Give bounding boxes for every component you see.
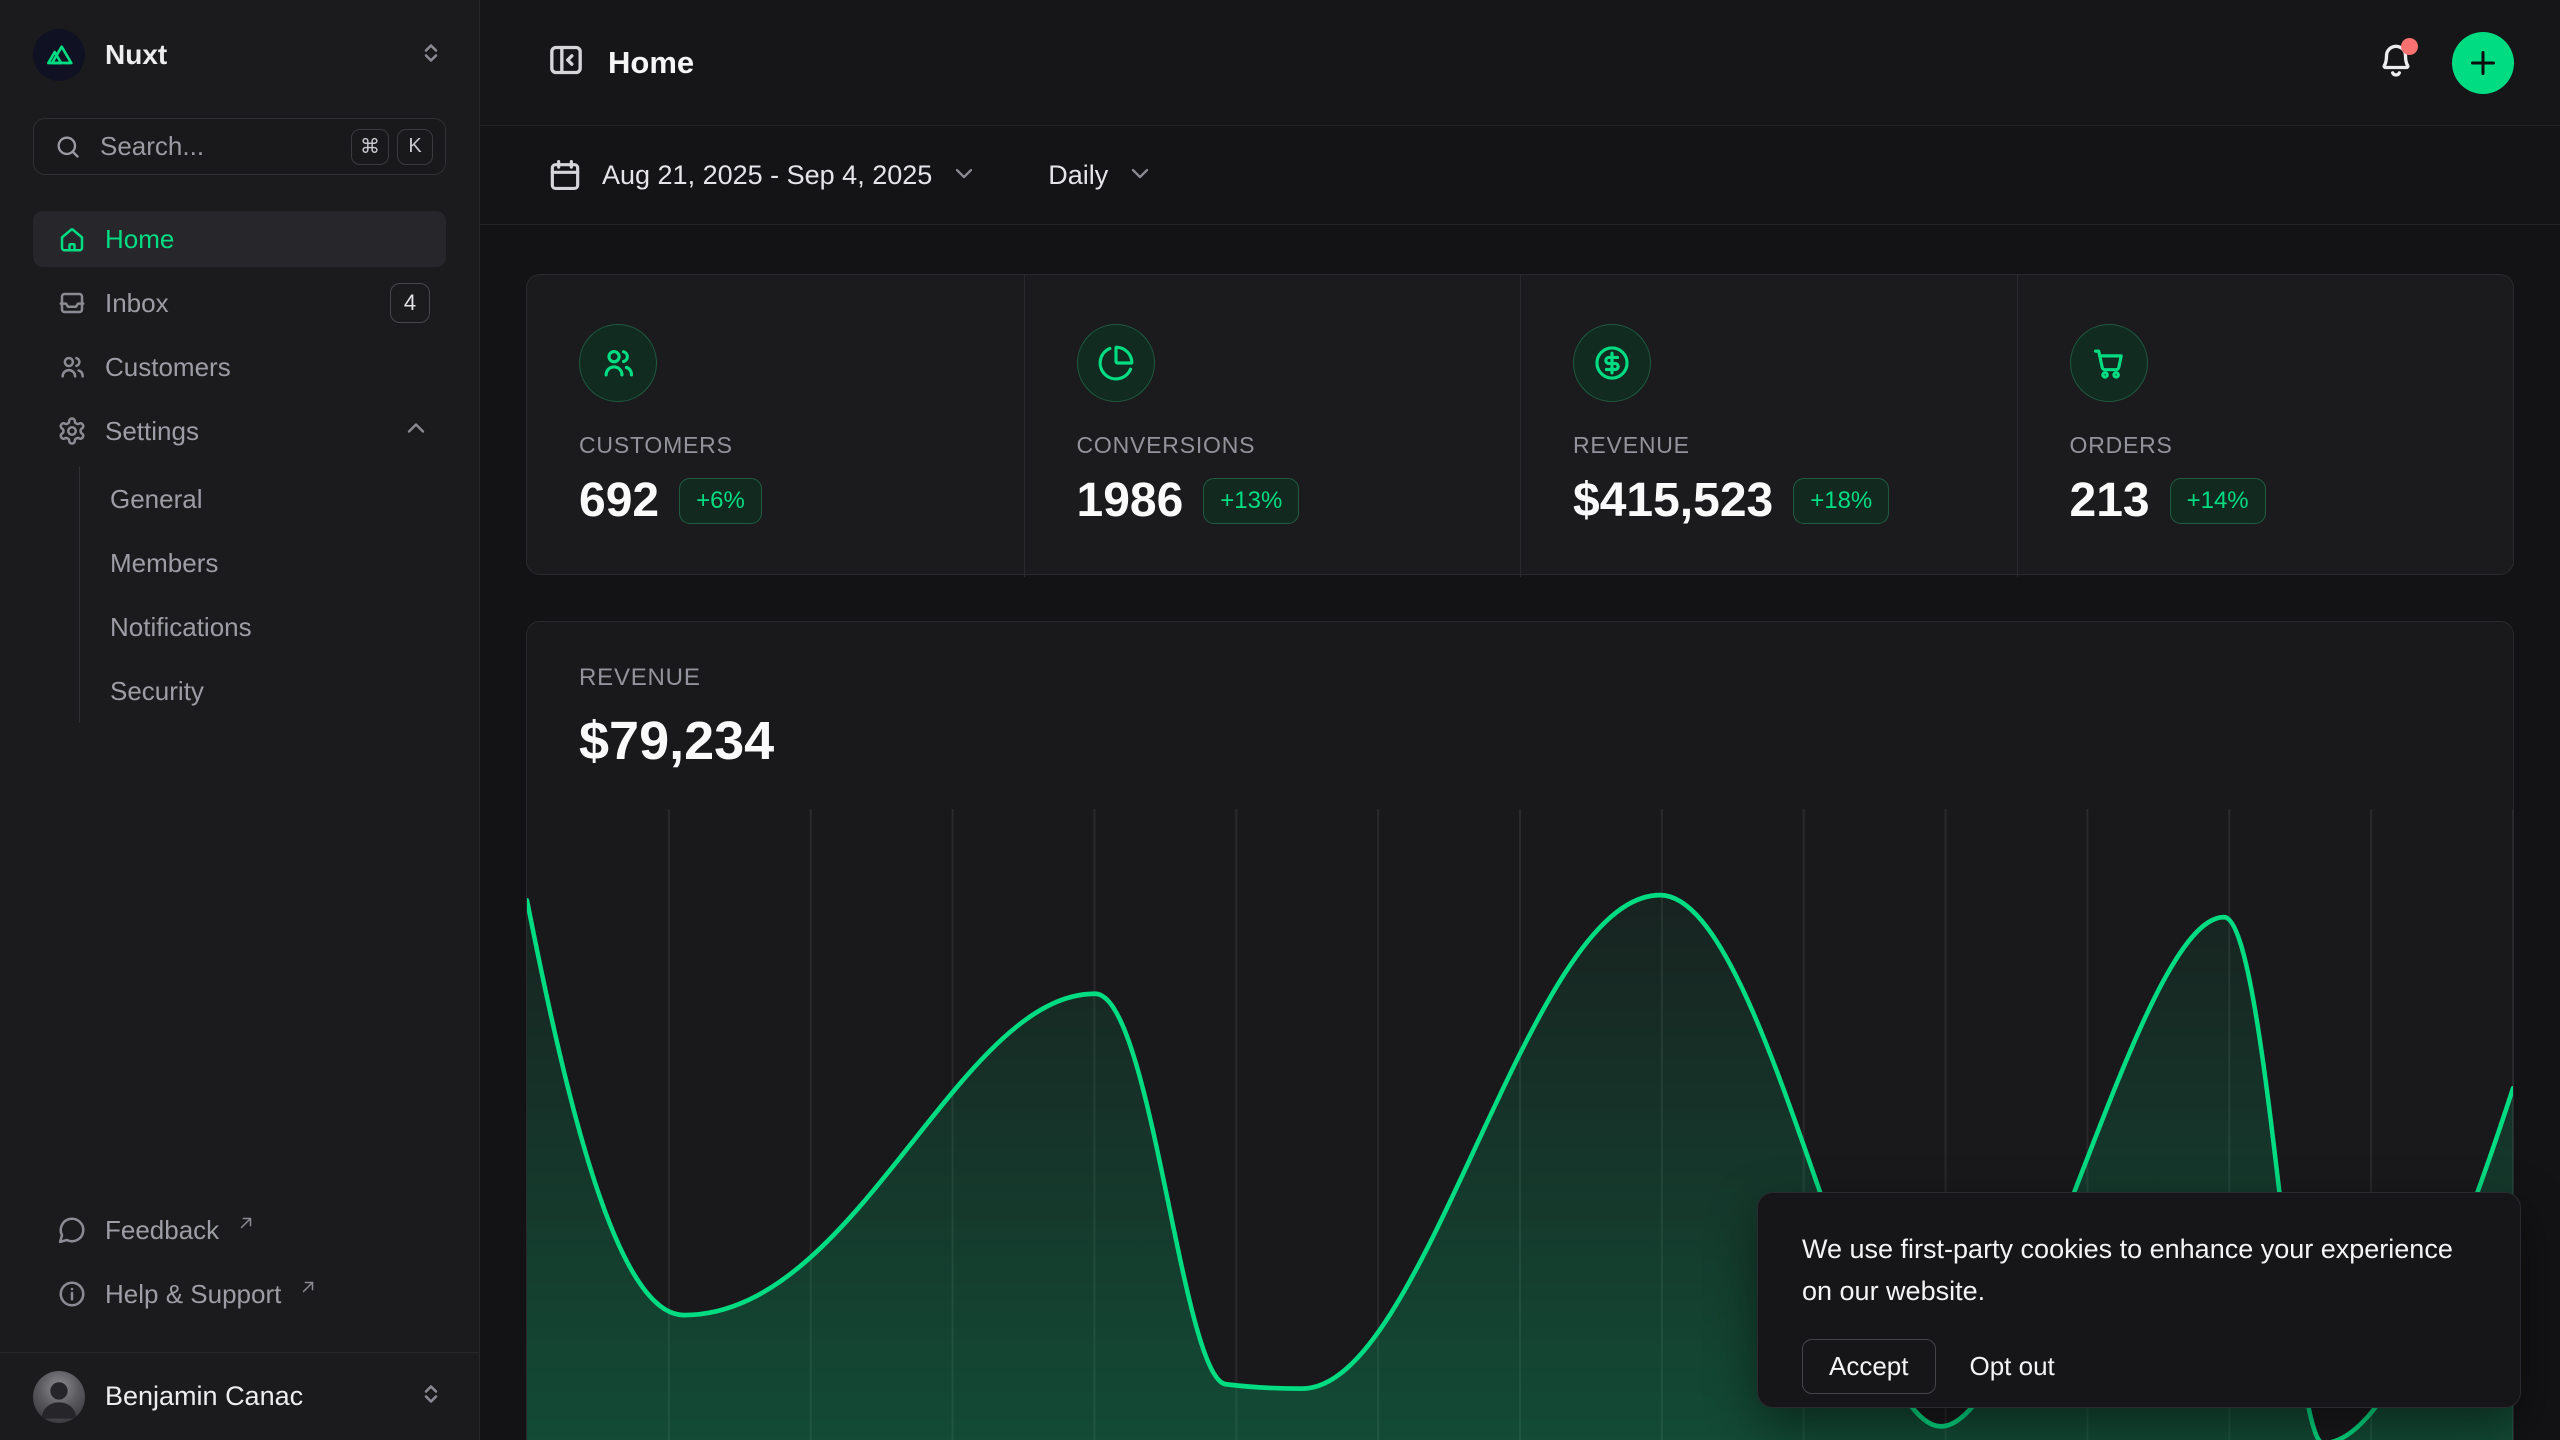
stat-card-revenue: REVENUE $415,523 +18% [1520, 275, 2017, 577]
user-name: Benjamin Canac [105, 1381, 396, 1412]
notification-dot [2401, 38, 2418, 55]
stat-change-badge: +14% [2170, 478, 2266, 524]
inbox-icon [57, 288, 87, 318]
inbox-count-badge: 4 [390, 283, 430, 323]
collapse-sidebar-button[interactable] [546, 40, 586, 85]
calendar-icon [546, 156, 584, 194]
stat-label: CUSTOMERS [579, 432, 972, 459]
chart-pie-icon [1077, 324, 1155, 402]
add-button[interactable] [2452, 32, 2514, 94]
shopping-cart-icon [2070, 324, 2148, 402]
stat-value: 692 [579, 473, 659, 528]
sidebar-item-general[interactable]: General [110, 467, 446, 531]
cookie-message: We use first-party cookies to enhance yo… [1802, 1229, 2476, 1313]
page-title: Home [608, 45, 2376, 81]
sidebar-item-inbox[interactable]: Inbox 4 [33, 275, 446, 331]
sidebar-item-label: Inbox [105, 288, 372, 319]
circle-dollar-icon [1573, 324, 1651, 402]
workspace-name: Nuxt [105, 39, 396, 71]
chevron-up-down-icon [416, 1379, 446, 1414]
stat-change-badge: +6% [679, 478, 762, 524]
sidebar-item-customers[interactable]: Customers [33, 339, 446, 395]
home-icon [57, 224, 87, 254]
search-kbd-shortcut: ⌘ K [351, 129, 433, 165]
sidebar-item-label: Home [105, 224, 430, 255]
sidebar-item-security[interactable]: Security [110, 659, 446, 723]
plus-icon [2465, 45, 2501, 81]
stat-change-badge: +13% [1203, 478, 1299, 524]
user-menu[interactable]: Benjamin Canac [0, 1352, 479, 1440]
stat-card-orders: ORDERS 213 +14% [2017, 275, 2514, 577]
page-header: Home [480, 0, 2560, 126]
chevron-down-icon [950, 159, 978, 192]
chevron-up-icon [402, 414, 430, 449]
external-link-icon [237, 1208, 255, 1239]
stat-label: CONVERSIONS [1077, 432, 1469, 459]
date-range-picker[interactable]: Aug 21, 2025 - Sep 4, 2025 [546, 156, 978, 194]
stat-label: REVENUE [1573, 432, 1965, 459]
stat-value: 213 [2070, 473, 2150, 528]
revenue-value: $79,234 [527, 692, 2513, 772]
stat-label: ORDERS [2070, 432, 2462, 459]
chevron-down-icon [1126, 159, 1154, 192]
chat-bubble-icon [57, 1215, 87, 1245]
sidebar-spacer [33, 723, 446, 1202]
users-icon [579, 324, 657, 402]
stat-card-conversions: CONVERSIONS 1986 +13% [1024, 275, 1521, 577]
sidebar-footer-links: Feedback Help & Support [33, 1202, 446, 1322]
stats-row: CUSTOMERS 692 +6% CONVERSIONS [526, 274, 2514, 575]
panel-left-close-icon [546, 40, 586, 80]
help-support-link[interactable]: Help & Support [33, 1266, 446, 1322]
cookie-banner: We use first-party cookies to enhance yo… [1757, 1192, 2521, 1408]
stat-card-customers: CUSTOMERS 692 +6% [527, 275, 1024, 577]
stat-value: $415,523 [1573, 473, 1773, 528]
sidebar-item-label: Customers [105, 352, 430, 383]
sidebar-nav: Home Inbox 4 Customers [33, 211, 446, 723]
users-icon [57, 352, 87, 382]
revenue-label: REVENUE [527, 622, 2513, 692]
stat-value: 1986 [1077, 473, 1184, 528]
opt-out-button[interactable]: Opt out [1970, 1351, 2055, 1382]
nuxt-logo-icon [33, 29, 85, 81]
filters-bar: Aug 21, 2025 - Sep 4, 2025 Daily [480, 126, 2560, 225]
chevron-up-down-icon [416, 38, 446, 73]
accept-button[interactable]: Accept [1802, 1339, 1936, 1394]
workspace-switcher[interactable]: Nuxt [33, 6, 446, 104]
search-icon [54, 133, 82, 161]
stat-change-badge: +18% [1793, 478, 1889, 524]
external-link-icon [299, 1272, 317, 1303]
help-support-label: Help & Support [105, 1279, 281, 1310]
search-input[interactable]: Search... ⌘ K [33, 118, 446, 175]
feedback-link[interactable]: Feedback [33, 1202, 446, 1258]
sidebar-item-notifications[interactable]: Notifications [110, 595, 446, 659]
sidebar-item-members[interactable]: Members [110, 531, 446, 595]
granularity-select[interactable]: Daily [1048, 159, 1154, 192]
search-placeholder: Search... [100, 131, 333, 162]
sidebar-item-settings[interactable]: Settings [33, 403, 446, 459]
gear-icon [57, 416, 87, 446]
sidebar: Nuxt Search... ⌘ K Home [0, 0, 480, 1440]
info-circle-icon [57, 1279, 87, 1309]
kbd-cmd: ⌘ [351, 129, 389, 165]
cookie-actions: Accept Opt out [1802, 1339, 2476, 1394]
user-avatar [33, 1371, 85, 1423]
kbd-k: K [397, 129, 433, 165]
sidebar-item-home[interactable]: Home [33, 211, 446, 267]
notifications-button[interactable] [2376, 40, 2416, 85]
sidebar-item-label: Settings [105, 416, 384, 447]
settings-subnav: General Members Notifications Security [79, 467, 446, 723]
feedback-label: Feedback [105, 1215, 219, 1246]
granularity-label: Daily [1048, 160, 1108, 191]
date-range-label: Aug 21, 2025 - Sep 4, 2025 [602, 160, 932, 191]
